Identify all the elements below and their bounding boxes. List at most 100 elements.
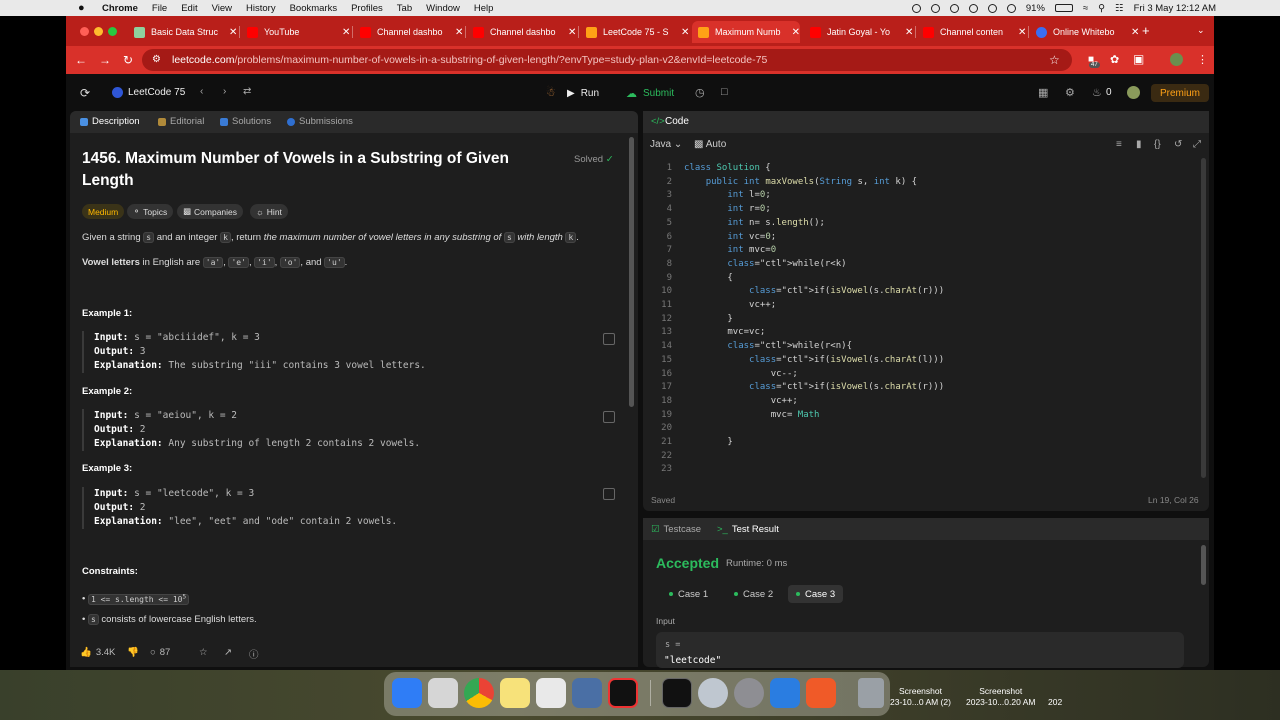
close-tab-icon[interactable]: ✕ xyxy=(229,27,237,38)
menu-profiles[interactable]: Profiles xyxy=(351,3,383,14)
tab-description[interactable]: Description xyxy=(80,116,140,127)
reload-icon[interactable]: ↻ xyxy=(123,53,133,67)
streak-fire-icon[interactable]: ♨ xyxy=(1092,86,1102,99)
case-tab-2[interactable]: Case 2 xyxy=(726,585,781,603)
code-line[interactable]: { xyxy=(684,273,732,283)
battery-icon[interactable] xyxy=(1054,4,1073,12)
control-icon[interactable] xyxy=(968,3,978,13)
focus-icon[interactable] xyxy=(949,3,959,13)
bookmark-icon[interactable]: ▮ xyxy=(1136,139,1142,150)
prev-problem-icon[interactable]: ‹ xyxy=(200,86,203,97)
close-window-button[interactable] xyxy=(80,27,89,36)
tab-testcase[interactable]: ☑ Testcase xyxy=(651,524,701,535)
zoom-window-button[interactable] xyxy=(108,27,117,36)
share-icon[interactable]: ↗ xyxy=(224,647,232,658)
language-select[interactable]: Java ⌄ xyxy=(650,139,682,150)
close-tab-icon[interactable]: ✕ xyxy=(455,27,463,38)
topics-chip[interactable]: ⚬ Topics xyxy=(127,204,174,219)
code-line[interactable]: int n= s.length(); xyxy=(684,218,825,228)
description-scrollbar[interactable] xyxy=(629,137,634,407)
tab-submissions[interactable]: Submissions xyxy=(287,116,353,127)
code-line[interactable]: int vc=0; xyxy=(684,232,776,242)
play-icon[interactable] xyxy=(987,3,997,13)
visualize-icon[interactable] xyxy=(603,411,615,423)
code-line[interactable]: class="ctl">if(isVowel(s.charAt(l))) xyxy=(684,355,944,365)
close-tab-icon[interactable]: ✕ xyxy=(1131,27,1139,38)
back-icon[interactable]: ← xyxy=(75,53,87,67)
menu-edit[interactable]: Edit xyxy=(181,3,197,14)
comments-button[interactable]: ○ 87 xyxy=(150,647,170,658)
minimize-window-button[interactable] xyxy=(94,27,103,36)
record-icon[interactable] xyxy=(911,3,921,13)
code-line[interactable]: vc++; xyxy=(684,300,776,310)
browser-tab[interactable]: Channel dashbo ✕ xyxy=(354,21,464,43)
tab-editorial[interactable]: Editorial xyxy=(158,116,204,127)
code-line[interactable]: } xyxy=(684,314,732,324)
braces-icon[interactable]: {} xyxy=(1154,139,1161,150)
code-scrollbar[interactable] xyxy=(1201,158,1206,478)
code-line[interactable]: mvc= Math xyxy=(684,410,820,420)
code-line[interactable]: class="ctl">while(r<n){ xyxy=(684,341,852,351)
control-center-icon[interactable]: ☷ xyxy=(1115,3,1124,14)
browser-tab[interactable]: Basic Data Struc ✕ xyxy=(128,21,238,43)
voice-memos-icon[interactable] xyxy=(770,678,800,708)
mysql-workbench-icon[interactable] xyxy=(572,678,602,708)
debug-bug-icon[interactable]: ☃ xyxy=(546,86,556,99)
profile-avatar[interactable] xyxy=(1170,53,1183,66)
browser-tab-active[interactable]: Maximum Numb ✕ xyxy=(692,21,800,43)
notes-icon[interactable]: □ xyxy=(721,86,728,98)
shuffle-icon[interactable]: ⇄ xyxy=(243,86,251,97)
launchpad-icon[interactable] xyxy=(428,678,458,708)
close-tab-icon[interactable]: ✕ xyxy=(905,27,913,38)
postman-icon[interactable] xyxy=(806,678,836,708)
user-avatar[interactable] xyxy=(1127,86,1140,99)
autocomplete-mode[interactable]: ▩ Auto xyxy=(694,139,726,150)
browser-tab[interactable]: Online Whitebo ✕ xyxy=(1030,21,1140,43)
desktop-file[interactable]: Screenshot 23-10...0 AM (2) xyxy=(890,686,951,708)
url-text[interactable]: leetcode.com/problems/maximum-number-of-… xyxy=(172,54,767,66)
code-line[interactable]: class="ctl">if(isVowel(s.charAt(r))) xyxy=(684,382,944,392)
code-line[interactable]: int mvc=0 xyxy=(684,245,776,255)
visualize-icon[interactable] xyxy=(603,488,615,500)
menu-help[interactable]: Help xyxy=(474,3,494,14)
close-tab-icon[interactable]: ✕ xyxy=(681,27,689,38)
wifi-icon[interactable]: ≈ xyxy=(1083,3,1088,14)
visualize-icon[interactable] xyxy=(603,333,615,345)
proxyman-icon[interactable] xyxy=(698,678,728,708)
finder-icon[interactable] xyxy=(392,678,422,708)
favorite-star-icon[interactable]: ☆ xyxy=(199,647,208,658)
terminal-icon[interactable] xyxy=(662,678,692,708)
extension-icon-2[interactable]: ✿ xyxy=(1110,53,1119,66)
tab-test-result[interactable]: >_ Test Result xyxy=(717,524,779,535)
menu-tab[interactable]: Tab xyxy=(397,3,412,14)
freeform-icon[interactable] xyxy=(536,678,566,708)
leetcode-logo-icon[interactable]: ⟳ xyxy=(80,86,90,100)
code-line[interactable]: class="ctl">while(r<k) xyxy=(684,259,846,269)
search-icon[interactable]: ⚲ xyxy=(1098,3,1105,14)
apple-icon[interactable]: ● xyxy=(78,2,92,14)
premium-button[interactable]: Premium xyxy=(1151,84,1209,102)
menu-window[interactable]: Window xyxy=(426,3,460,14)
system-settings-icon[interactable] xyxy=(734,678,764,708)
companies-chip[interactable]: ▩ Companies xyxy=(177,204,244,219)
trash-icon[interactable] xyxy=(858,678,884,708)
like-button[interactable]: 👍 3.4K xyxy=(80,647,115,658)
case-tab-1[interactable]: Case 1 xyxy=(661,585,716,603)
site-info-icon[interactable]: ⚙ xyxy=(152,54,161,65)
hint-chip[interactable]: ☼ Hint xyxy=(250,204,288,219)
close-tab-icon[interactable]: ✕ xyxy=(342,27,350,38)
browser-tab[interactable]: Channel conten ✕ xyxy=(917,21,1027,43)
tab-solutions[interactable]: Solutions xyxy=(220,116,271,127)
browser-tab[interactable]: Jatin Goyal - Yo ✕ xyxy=(804,21,914,43)
fullscreen-icon[interactable]: ⤢ xyxy=(1193,139,1201,150)
study-plan-title[interactable]: LeetCode 75 xyxy=(128,87,185,98)
close-tab-icon[interactable]: ✕ xyxy=(792,27,800,38)
menu-bookmarks[interactable]: Bookmarks xyxy=(290,3,338,14)
chrome-icon[interactable] xyxy=(464,678,494,708)
desktop-file-partial[interactable]: 202 xyxy=(1048,697,1062,708)
help-icon[interactable]: ⓘ xyxy=(249,647,259,661)
code-line[interactable]: vc--; xyxy=(684,369,798,379)
menu-file[interactable]: File xyxy=(152,3,167,14)
puzzle-extensions-icon[interactable]: ▣ xyxy=(1133,52,1144,66)
menu-view[interactable]: View xyxy=(212,3,232,14)
